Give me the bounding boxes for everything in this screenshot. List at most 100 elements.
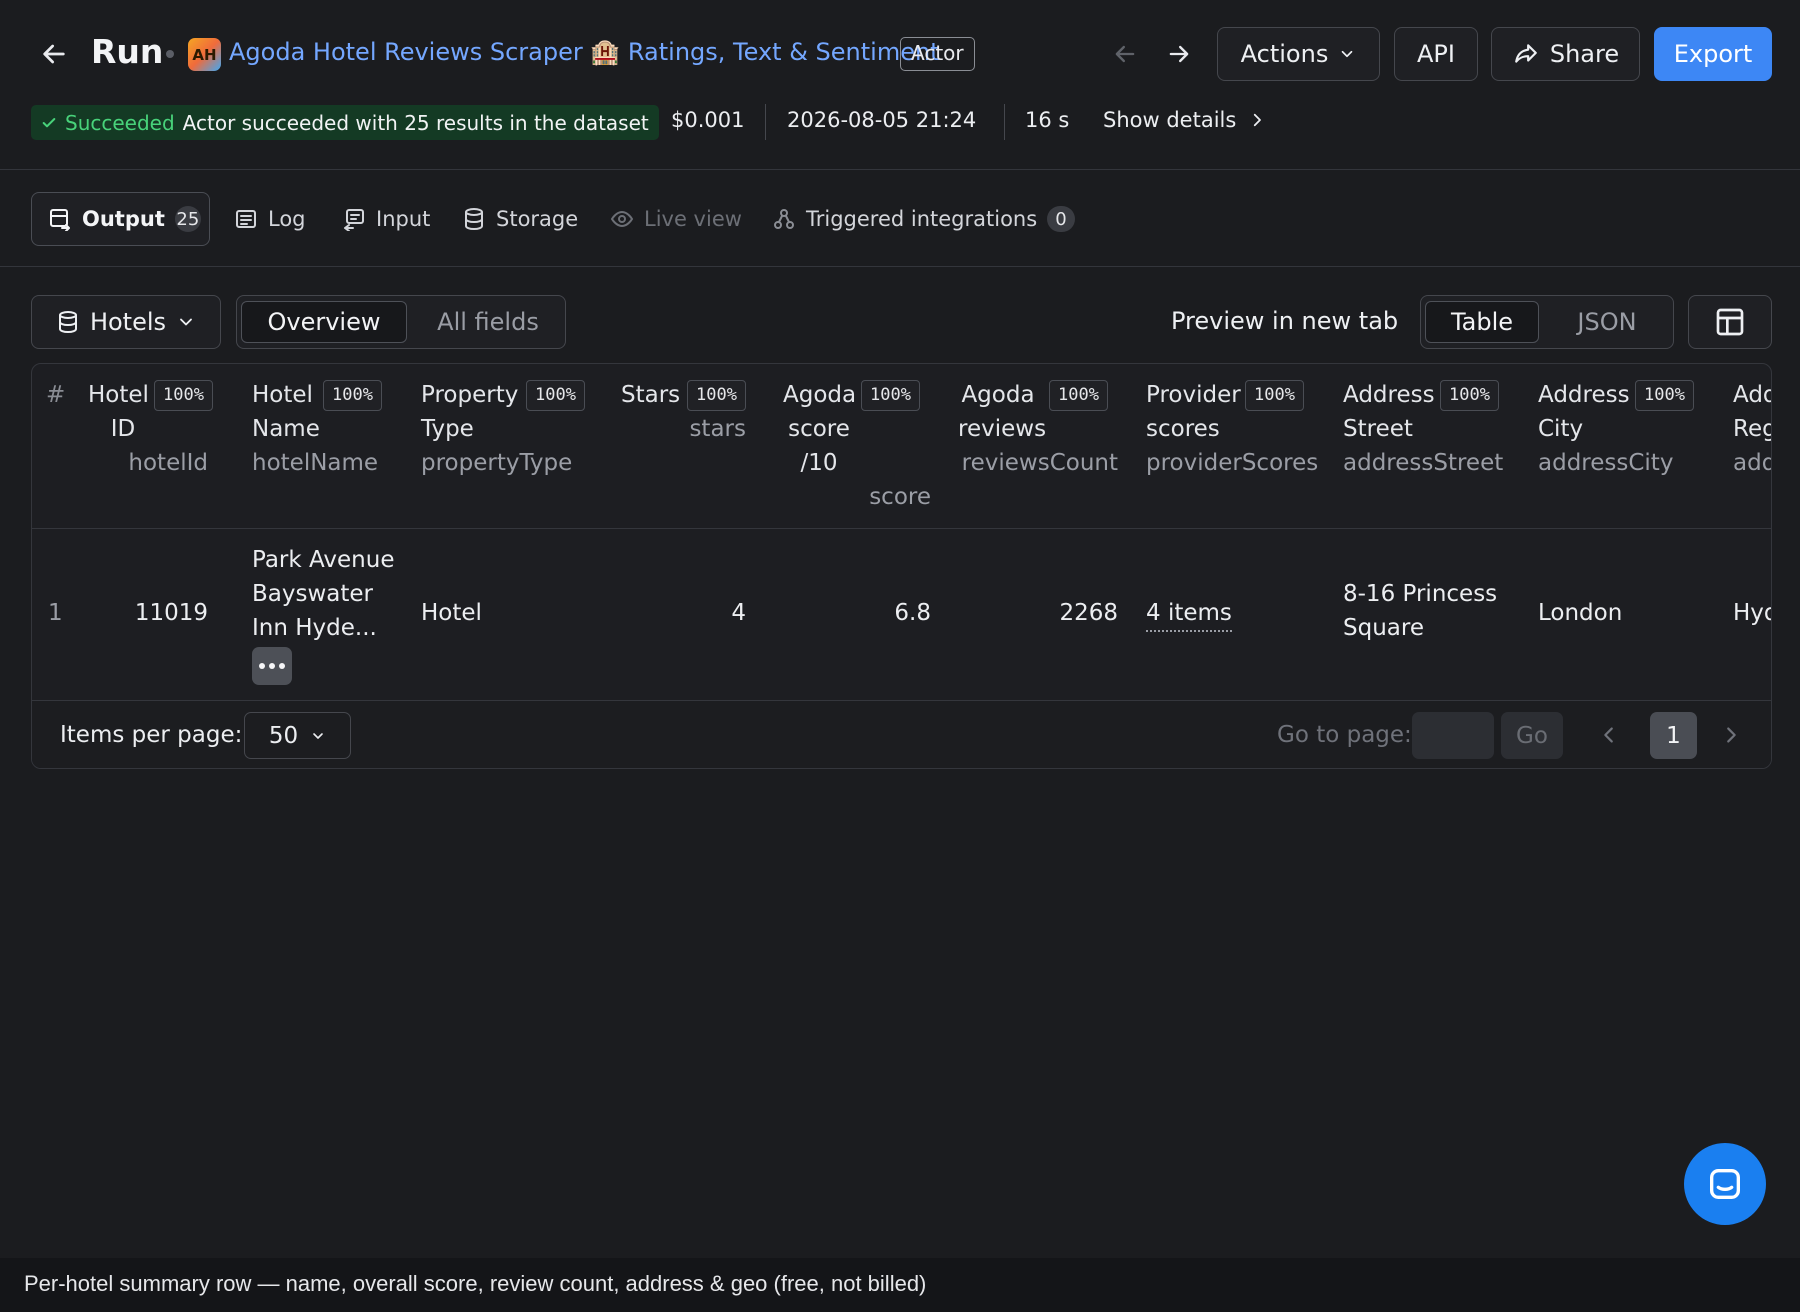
format-json-button[interactable]: JSON (1543, 296, 1671, 348)
cell-address-street-line: 8-16 Princess (1343, 581, 1498, 607)
divider (1004, 104, 1005, 140)
cell-property-type: Hotel (421, 600, 482, 626)
view-overview-button[interactable]: Overview (241, 301, 407, 343)
actor-name-link[interactable]: Agoda Hotel Reviews Scraper 🏨 Ratings, T… (229, 38, 940, 66)
column-fill-badge: 100% (1440, 380, 1499, 411)
status-badge: Succeeded Actor succeeded with 25 result… (31, 105, 659, 140)
share-icon (1512, 41, 1540, 67)
divider (765, 104, 766, 140)
tab-live-view-label: Live view (644, 207, 742, 231)
run-tabs: Output 25 Log Input Storage Live view Tr… (0, 170, 1800, 267)
column-label: reviews (958, 416, 1047, 442)
previous-page-chevron-icon[interactable] (1598, 723, 1620, 747)
column-label: Reg (1733, 416, 1771, 442)
items-per-page-select[interactable]: 50 (244, 712, 351, 759)
actions-button-label: Actions (1240, 40, 1329, 68)
table-row: 1 11019 Park Avenue Bayswater Inn Hyde..… (32, 529, 1771, 700)
column-label: Agoda (961, 382, 1035, 408)
export-button[interactable]: Export (1654, 27, 1772, 81)
page-title: Run (91, 32, 164, 71)
dataset-view-select[interactable]: Hotels (31, 295, 221, 349)
column-fill-badge: 100% (1635, 380, 1694, 411)
column-label: scores (1146, 416, 1220, 442)
column-fill-badge: 100% (526, 380, 585, 411)
view-all-fields-button[interactable]: All fields (411, 296, 565, 348)
cell-hotel-name-line: Park Avenue (252, 547, 395, 573)
results-table: # Hotel ID hotelId 100% Hotel Name hotel… (31, 363, 1772, 769)
tab-storage-label: Storage (496, 207, 579, 231)
tab-input[interactable]: Input (342, 192, 430, 246)
go-button[interactable]: Go (1501, 712, 1563, 759)
column-fill-badge: 100% (861, 380, 920, 411)
cell-address-street-line: Square (1343, 615, 1424, 641)
format-toggle: Table JSON (1420, 295, 1674, 349)
column-header-index: # (46, 382, 66, 408)
column-key: score (869, 484, 931, 510)
current-page-button[interactable]: 1 (1650, 712, 1697, 759)
tab-live-view[interactable]: Live view (610, 192, 742, 246)
input-icon (342, 207, 366, 231)
go-to-page-input[interactable] (1412, 712, 1494, 759)
column-key: propertyType (421, 450, 573, 476)
show-details-link[interactable]: Show details (1103, 108, 1266, 132)
database-icon (462, 207, 486, 231)
column-label: Street (1343, 416, 1413, 442)
expand-cell-button[interactable] (252, 647, 292, 685)
column-label: City (1538, 416, 1584, 442)
column-label: ID (110, 416, 136, 442)
column-label: score (788, 416, 850, 442)
tab-log[interactable]: Log (234, 192, 306, 246)
column-key: stars (689, 416, 746, 442)
column-fill-badge: 100% (1049, 380, 1108, 411)
column-label: Agoda (783, 382, 857, 408)
format-table-button[interactable]: Table (1425, 301, 1539, 343)
chevron-right-icon (1248, 110, 1266, 130)
tab-input-label: Input (376, 207, 431, 231)
status-state: Succeeded (65, 110, 175, 135)
column-label: Type (421, 416, 474, 442)
tab-output[interactable]: Output 25 (31, 192, 210, 246)
column-label: Name (252, 416, 320, 442)
tab-log-label: Log (268, 207, 306, 231)
cell-agoda-reviews: 2268 (1059, 600, 1118, 626)
cell-hotel-name-line: Bayswater (252, 581, 373, 607)
actor-badge: Actor (900, 37, 975, 71)
log-icon (234, 207, 258, 231)
next-page-chevron-icon[interactable] (1720, 723, 1742, 747)
layout-toggle-button[interactable] (1688, 295, 1772, 349)
cell-agoda-score: 6.8 (894, 600, 931, 626)
check-icon (41, 115, 57, 131)
previous-run-arrow-icon[interactable] (1111, 40, 1139, 68)
integrations-icon (772, 207, 796, 231)
api-button[interactable]: API (1394, 27, 1478, 81)
column-key: hotelName (252, 450, 379, 476)
preview-new-tab-link[interactable]: Preview in new tab (1171, 307, 1398, 335)
column-header-address-region[interactable]: Add Reg add (1733, 378, 1772, 480)
back-arrow-icon[interactable] (38, 38, 70, 70)
next-run-arrow-icon[interactable] (1165, 40, 1193, 68)
items-per-page-label: Items per page: (60, 722, 243, 748)
run-cost: $0.001 (671, 108, 745, 132)
view-toggle: Overview All fields (236, 295, 566, 349)
api-button-label: API (1417, 40, 1455, 68)
column-key: add (1733, 450, 1772, 476)
tab-storage[interactable]: Storage (462, 192, 578, 246)
cell-provider-scores-link[interactable]: 4 items (1146, 596, 1232, 632)
items-per-page-value: 50 (268, 722, 299, 749)
go-to-page-label: Go to page: (1277, 722, 1412, 748)
layout-icon (1714, 306, 1746, 338)
column-fill-badge: 100% (323, 380, 382, 411)
table-pagination: Items per page: 50 Go to page: Go 1 (32, 700, 1771, 768)
actions-button[interactable]: Actions (1217, 27, 1380, 81)
dataset-view-label: Hotels (89, 308, 167, 336)
eye-icon (610, 207, 634, 231)
share-button[interactable]: Share (1491, 27, 1640, 81)
cell-address-city: London (1538, 600, 1623, 626)
cell-address-region: Hyd (1733, 600, 1771, 626)
column-label: /10 (800, 450, 838, 476)
chevron-down-icon (1338, 45, 1356, 63)
tab-output-label: Output (82, 207, 165, 231)
support-chat-button[interactable] (1684, 1143, 1766, 1225)
output-icon (48, 207, 72, 231)
tab-triggered-integrations[interactable]: Triggered integrations 0 (772, 192, 1075, 246)
